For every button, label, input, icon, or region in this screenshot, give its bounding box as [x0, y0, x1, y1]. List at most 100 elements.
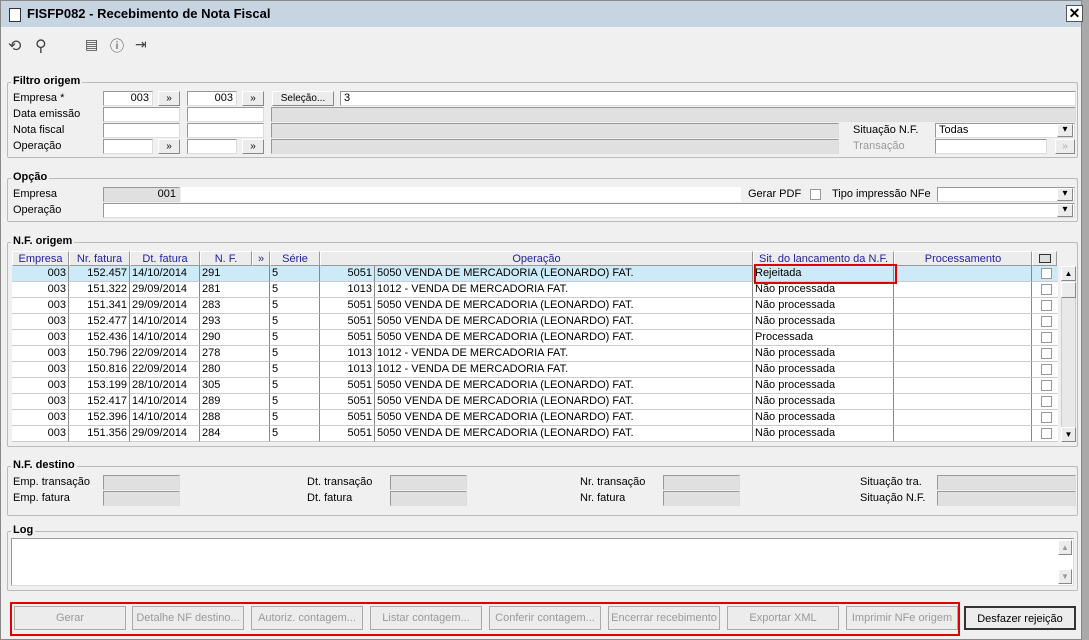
scroll-up-icon[interactable]: ▲ — [1061, 266, 1076, 281]
table-cell: 22/09/2014 — [130, 346, 200, 362]
table-cell: 152.477 — [69, 314, 130, 330]
table-cell: 151.356 — [69, 426, 130, 442]
row-checkbox[interactable] — [1041, 412, 1052, 423]
transacao-label: Transação — [853, 140, 905, 152]
operacao-to[interactable] — [187, 139, 237, 154]
table-cell: 003 — [12, 298, 69, 314]
operacao-from[interactable] — [103, 139, 153, 154]
nota-fiscal-to[interactable] — [187, 123, 264, 138]
table-cell: 152.436 — [69, 330, 130, 346]
row-checkbox[interactable] — [1041, 268, 1052, 279]
row-checkbox[interactable] — [1041, 364, 1052, 375]
table-cell: Processada — [753, 330, 894, 346]
column-header[interactable]: Empresa — [12, 251, 69, 266]
row-checkbox[interactable] — [1041, 396, 1052, 407]
dt-fatura-field — [390, 491, 467, 506]
table-cell: 1013 — [320, 362, 375, 378]
row-checkbox[interactable] — [1041, 284, 1052, 295]
table-cell: 305 — [200, 378, 270, 394]
operacao-from-lookup[interactable]: » — [158, 139, 180, 154]
table-cell: 003 — [12, 330, 69, 346]
row-checkbox[interactable] — [1041, 380, 1052, 391]
chevron-down-icon[interactable]: ▾ — [1057, 124, 1073, 137]
table-cell — [894, 346, 1032, 362]
table-cell: 003 — [12, 378, 69, 394]
chevron-down-icon[interactable]: ▾ — [1057, 204, 1073, 217]
gerar-pdf-checkbox[interactable] — [810, 189, 821, 200]
exit-icon[interactable]: ⇥ — [135, 36, 147, 53]
row-checkbox[interactable] — [1041, 316, 1052, 327]
table-cell — [894, 410, 1032, 426]
log-scroll-down-icon[interactable]: ▼ — [1058, 569, 1072, 584]
column-header[interactable]: Processamento — [894, 251, 1032, 266]
transacao-input[interactable] — [935, 139, 1047, 154]
nr-transacao-label: Nr. transação — [580, 476, 646, 488]
chevron-down-icon[interactable]: ▾ — [1057, 188, 1073, 201]
data-emissao-to[interactable] — [187, 107, 264, 122]
table-cell — [894, 362, 1032, 378]
emp-fatura-field — [103, 491, 180, 506]
calendar-icon[interactable]: ▤ — [85, 36, 98, 53]
dt-transacao-label: Dt. transação — [307, 476, 373, 488]
opcao-operacao-select[interactable] — [103, 203, 1075, 218]
table-cell — [894, 426, 1032, 442]
column-header[interactable]: Nr. fatura — [69, 251, 130, 266]
transacao-lookup[interactable]: » — [1055, 139, 1075, 154]
dt-transacao-field — [390, 475, 467, 490]
emp-fatura-label: Emp. fatura — [13, 492, 70, 504]
emp-transacao-field — [103, 475, 180, 490]
selecao-input[interactable]: 3 — [340, 91, 1076, 106]
scroll-thumb[interactable] — [1061, 282, 1076, 298]
table-cell: 14/10/2014 — [130, 410, 200, 426]
row-checkbox[interactable] — [1041, 348, 1052, 359]
operacao-to-lookup[interactable]: » — [242, 139, 264, 154]
undo-icon[interactable]: ⟲ — [8, 36, 21, 56]
search-icon[interactable]: ⚲ — [35, 36, 47, 56]
table-cell: 5051 — [320, 298, 375, 314]
empresa-to-input[interactable]: 003 — [187, 91, 237, 106]
table-cell: Não processada — [753, 426, 894, 442]
row-checkbox[interactable] — [1041, 332, 1052, 343]
table-cell: 14/10/2014 — [130, 330, 200, 346]
table-cell: 152.396 — [69, 410, 130, 426]
table-cell: 5050 VENDA DE MERCADORIA (LEONARDO) FAT. — [375, 298, 753, 314]
close-button[interactable]: ✕ — [1066, 5, 1083, 22]
table-cell: 5050 VENDA DE MERCADORIA (LEONARDO) FAT. — [375, 410, 753, 426]
gerar-pdf-label: Gerar PDF — [748, 188, 802, 200]
log-scroll-up-icon[interactable]: ▲ — [1058, 540, 1072, 555]
row-checkbox[interactable] — [1041, 428, 1052, 439]
table-cell — [894, 378, 1032, 394]
table-cell: 003 — [12, 362, 69, 378]
table-cell: 151.341 — [69, 298, 130, 314]
select-all-checkbox[interactable] — [1032, 251, 1057, 266]
desfazer-rejeicao-button[interactable]: Desfazer rejeição — [964, 606, 1076, 630]
table-cell: 5 — [270, 378, 320, 394]
column-header[interactable]: N. F. — [200, 251, 252, 266]
table-cell: 5050 VENDA DE MERCADORIA (LEONARDO) FAT. — [375, 266, 753, 282]
table-cell — [894, 314, 1032, 330]
empresa-from-input[interactable]: 003 — [103, 91, 153, 106]
nota-fiscal-from[interactable] — [103, 123, 180, 138]
table-cell: 1012 - VENDA DE MERCADORIA FAT. — [375, 362, 753, 378]
table-cell: 003 — [12, 266, 69, 282]
column-header[interactable]: Operação — [320, 251, 753, 266]
row-checkbox[interactable] — [1041, 300, 1052, 311]
table-cell: 1013 — [320, 346, 375, 362]
tipo-impressao-select[interactable] — [937, 187, 1075, 202]
selecao-button[interactable]: Seleção... — [272, 91, 334, 106]
column-header[interactable]: Dt. fatura — [130, 251, 200, 266]
data-emissao-from[interactable] — [103, 107, 180, 122]
empresa-to-lookup[interactable]: » — [242, 91, 264, 106]
column-header[interactable]: Série — [270, 251, 320, 266]
situacao-select[interactable]: Todas — [935, 123, 1075, 138]
scroll-down-icon[interactable]: ▼ — [1061, 427, 1076, 442]
table-cell: 5 — [270, 330, 320, 346]
help-icon[interactable]: ⓘ — [110, 36, 124, 56]
log-textarea[interactable] — [11, 538, 1074, 586]
table-cell: 283 — [200, 298, 270, 314]
table-cell: 5050 VENDA DE MERCADORIA (LEONARDO) FAT. — [375, 394, 753, 410]
situacao-nf-label: Situação N.F. — [860, 492, 926, 504]
empresa-from-lookup[interactable]: » — [158, 91, 180, 106]
emp-transacao-label: Emp. transação — [13, 476, 91, 488]
column-header[interactable]: » — [252, 251, 270, 266]
